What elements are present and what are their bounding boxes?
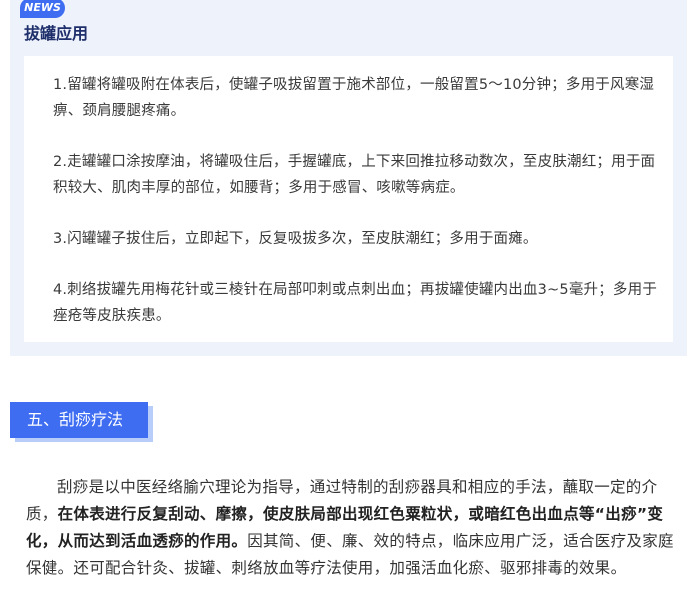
list-item: 3.闪罐罐子拔住后，立即起下，反复吸拔多次，至皮肤潮红；多用于面瘫。	[53, 231, 538, 247]
section-header: 五、刮痧疗法	[10, 402, 148, 438]
list-item: 4.刺络拔罐先用梅花针或三棱针在局部叩刺或点刺出血；再拔罐使罐内出血3~5毫升；…	[53, 282, 658, 324]
news-card: NEWS 拔罐应用 1.留罐将罐吸附在体表后，使罐子吸拔留置于施术部位，一般留置…	[10, 0, 687, 356]
card-title: 拔罐应用	[24, 24, 89, 43]
news-badge: NEWS	[20, 0, 65, 18]
list-item: 1.留罐将罐吸附在体表后，使罐子吸拔留置于施术部位，一般留置5～10分钟；多用于…	[53, 77, 655, 119]
card-content: 1.留罐将罐吸附在体表后，使罐子吸拔留置于施术部位，一般留置5～10分钟；多用于…	[24, 56, 673, 342]
list-item: 2.走罐罐口涂按摩油，将罐吸住后，手握罐底，上下来回推拉移动数次，至皮肤潮红；用…	[53, 154, 656, 196]
body-paragraph: 刮痧是以中医经络腧穴理论为指导，通过特制的刮痧器具和相应的手法，蘸取一定的介质，…	[26, 474, 674, 582]
